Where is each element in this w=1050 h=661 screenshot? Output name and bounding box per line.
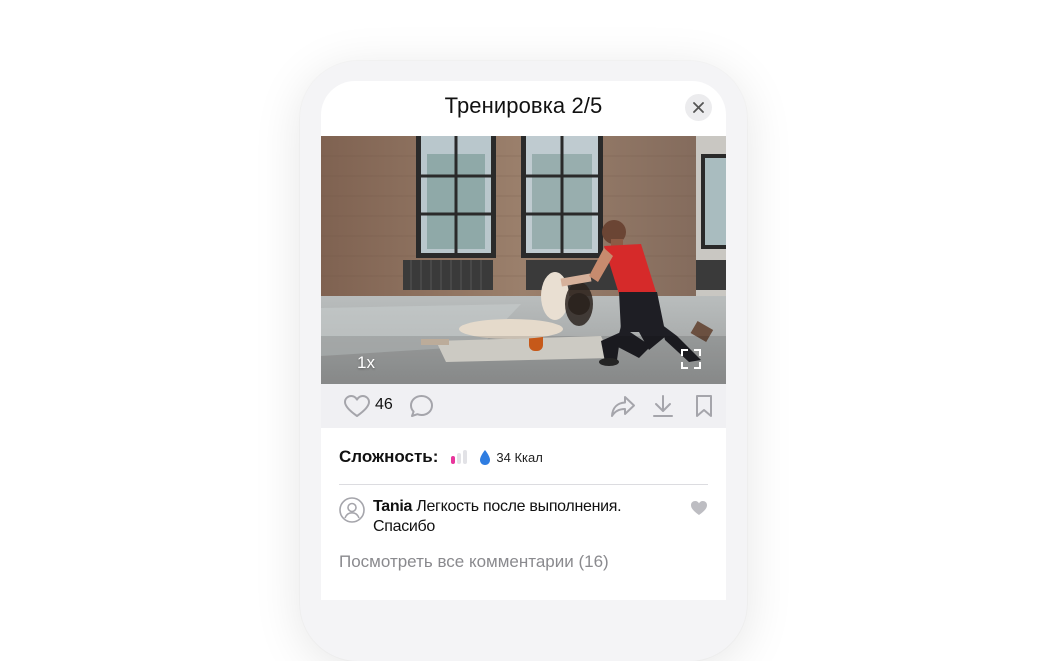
download-icon[interactable]	[652, 394, 674, 418]
video-player[interactable]: 1x	[321, 136, 726, 384]
close-button[interactable]	[685, 94, 712, 121]
difficulty-label: Сложность:	[339, 447, 439, 466]
video-frame	[321, 136, 726, 384]
drop-icon	[480, 449, 491, 465]
share-icon[interactable]	[610, 395, 636, 418]
bookmark-icon[interactable]	[695, 394, 713, 418]
comment-like-icon[interactable]	[690, 500, 708, 516]
playback-speed-button[interactable]: 1x	[357, 353, 375, 373]
comment-icon[interactable]	[409, 394, 434, 419]
heart-icon[interactable]	[344, 395, 370, 418]
calories-value: 34 Ккал	[496, 449, 543, 465]
like-count: 46	[375, 396, 393, 413]
difficulty-bar-1	[451, 456, 456, 464]
avatar-icon[interactable]	[339, 497, 365, 523]
fullscreen-icon[interactable]	[679, 347, 703, 371]
page-title: Тренировка 2/5	[444, 93, 603, 118]
difficulty-bar-3	[463, 450, 468, 464]
comment-text: Tania Легкость после выполнения. Спасибо	[373, 497, 683, 537]
workout-screen: Тренировка 2/5 1x 46 Сложность: 34 Ккал …	[321, 81, 726, 600]
header: Тренировка 2/5	[321, 81, 726, 136]
close-icon	[693, 102, 704, 113]
difficulty-bars	[451, 450, 468, 464]
difficulty-bar-2	[457, 453, 462, 464]
comment-author[interactable]: Tania	[373, 498, 412, 515]
action-bar: 46	[321, 384, 726, 428]
divider	[339, 484, 708, 485]
workout-info: Сложность: 34 Ккал	[339, 443, 709, 471]
view-all-comments-link[interactable]: Посмотреть все комментарии (16)	[339, 552, 609, 572]
